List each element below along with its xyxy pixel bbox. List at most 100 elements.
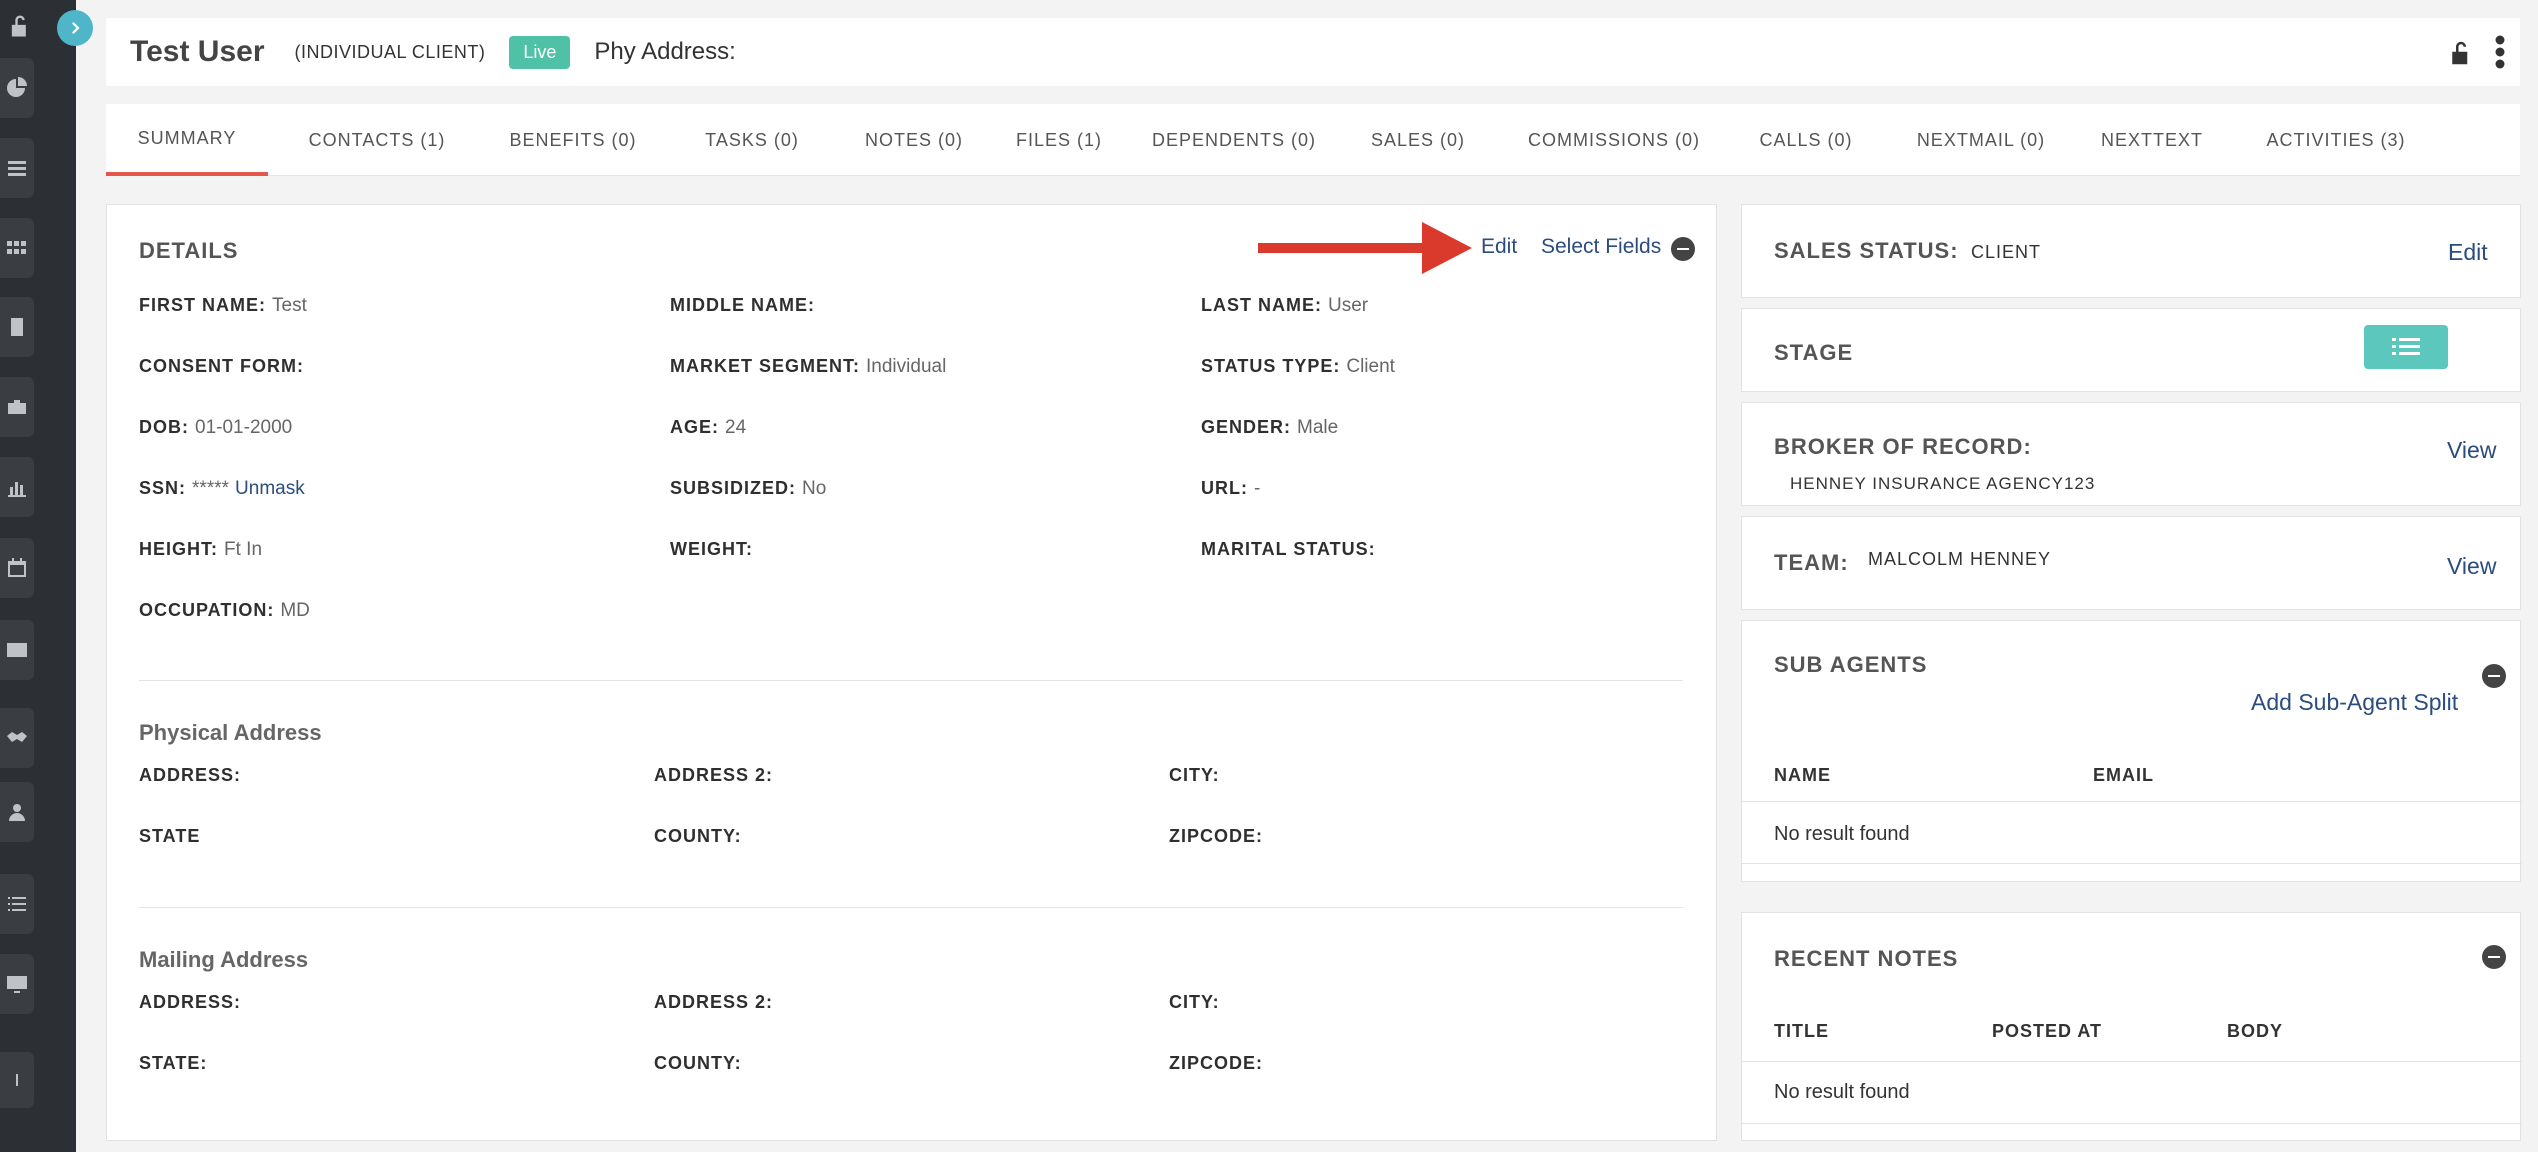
tab-tasks[interactable]: TASKS (0) <box>672 104 832 176</box>
stage-panel: STAGE <box>1741 308 2521 392</box>
edit-details-link[interactable]: Edit <box>1481 235 1517 259</box>
first-name-value: Test <box>272 295 307 316</box>
list-bullets-icon[interactable] <box>0 874 34 934</box>
physical-state-field: STATE <box>139 826 201 846</box>
age-value: 24 <box>725 417 747 438</box>
broker-value: HENNEY INSURANCE AGENCY123 <box>1790 474 2096 493</box>
collapse-minus-icon[interactable] <box>1671 237 1695 261</box>
tab-notes[interactable]: NOTES (0) <box>834 104 994 176</box>
envelope-icon[interactable] <box>0 620 34 680</box>
info-icon[interactable] <box>0 1052 34 1108</box>
ssn-value: ***** <box>192 478 230 499</box>
middle-name-field: MIDDLE NAME: <box>670 295 815 315</box>
sub-agents-empty-text: No result found <box>1774 823 1910 845</box>
handshake-icon[interactable] <box>0 708 34 768</box>
sales-status-edit-link[interactable]: Edit <box>2448 239 2488 266</box>
team-view-link[interactable]: View <box>2447 553 2496 580</box>
list-icon <box>2392 338 2420 355</box>
add-sub-agent-split-link[interactable]: Add Sub-Agent Split <box>2251 689 2458 716</box>
occupation-value: MD <box>280 600 310 621</box>
broker-label: BROKER OF RECORD: <box>1774 434 2032 459</box>
sales-status-label: SALES STATUS: <box>1774 238 1959 263</box>
mailing-address2-field: ADDRESS 2: <box>654 992 774 1012</box>
weight-field: WEIGHT: <box>670 539 753 559</box>
divider <box>139 680 1683 681</box>
tab-commissions[interactable]: COMMISSIONS (0) <box>1494 104 1734 176</box>
divider <box>1742 1061 2522 1062</box>
lock-open-icon[interactable] <box>2446 38 2476 73</box>
collapse-minus-icon[interactable] <box>2482 664 2506 688</box>
chevron-right-icon <box>71 21 80 35</box>
url-field: URL: - <box>1201 478 1261 499</box>
select-fields-link[interactable]: Select Fields <box>1541 235 1661 259</box>
annotation-arrow-icon <box>1258 222 1472 274</box>
gender-value: Male <box>1297 417 1339 438</box>
briefcase-icon[interactable] <box>0 377 34 437</box>
book-icon[interactable] <box>0 297 34 357</box>
sidebar-toggle-button[interactable] <box>57 10 93 46</box>
phy-address-label: Phy Address: <box>594 38 736 65</box>
stage-list-button[interactable] <box>2364 325 2448 369</box>
ssn-field: SSN: ***** Unmask <box>139 478 305 499</box>
mailing-county-field: COUNTY: <box>654 1053 742 1073</box>
tab-nexttext[interactable]: NEXTTEXT <box>2072 104 2232 176</box>
mailing-address-field: ADDRESS: <box>139 992 242 1012</box>
tab-contacts[interactable]: CONTACTS (1) <box>286 104 468 176</box>
stage-label: STAGE <box>1774 340 1854 365</box>
monitor-icon[interactable] <box>0 954 34 1014</box>
recent-notes-panel: RECENT NOTES TITLE POSTED AT BODY No res… <box>1741 912 2522 1141</box>
tab-bar: SUMMARY CONTACTS (1) BENEFITS (0) TASKS … <box>106 104 2520 176</box>
sub-agents-col-name: NAME <box>1774 765 1831 785</box>
calendar-check-icon[interactable] <box>0 538 34 598</box>
grid-icon[interactable] <box>0 218 34 278</box>
tab-sales[interactable]: SALES (0) <box>1342 104 1494 176</box>
market-segment-value: Individual <box>866 356 947 377</box>
notes-col-body: BODY <box>2227 1021 2284 1041</box>
market-segment-field: MARKET SEGMENT: Individual <box>670 356 947 377</box>
tab-dependents[interactable]: DEPENDENTS (0) <box>1124 104 1344 176</box>
status-badge: Live <box>509 35 571 69</box>
physical-county-field: COUNTY: <box>654 826 742 846</box>
subsidized-value: No <box>802 478 827 499</box>
sub-agents-label: SUB AGENTS <box>1774 652 1928 677</box>
consent-form-field: CONSENT FORM: <box>139 356 304 376</box>
mailing-state-field: STATE: <box>139 1053 208 1073</box>
tab-nextmail[interactable]: NEXTMAIL (0) <box>1886 104 2076 176</box>
broker-view-link[interactable]: View <box>2447 437 2496 464</box>
team-value: MALCOLM HENNEY <box>1868 549 2052 569</box>
divider <box>1742 1123 2522 1124</box>
client-type-label: (INDIVIDUAL CLIENT) <box>294 41 486 62</box>
tab-calls[interactable]: CALLS (0) <box>1726 104 1886 176</box>
physical-city-field: CITY: <box>1169 765 1220 785</box>
sales-status-value: CLIENT <box>1971 242 2042 262</box>
occupation-field: OCCUPATION: MD <box>139 600 310 621</box>
details-title: DETAILS <box>139 238 239 263</box>
tab-benefits[interactable]: BENEFITS (0) <box>488 104 658 176</box>
sales-status-panel: SALES STATUS: CLIENT Edit <box>1741 204 2521 298</box>
subsidized-field: SUBSIDIZED: No <box>670 478 827 499</box>
team-panel: TEAM: MALCOLM HENNEY View <box>1741 516 2521 610</box>
lock-open-icon[interactable] <box>6 12 34 45</box>
physical-address2-field: ADDRESS 2: <box>654 765 774 785</box>
dob-value: 01-01-2000 <box>195 417 293 438</box>
first-name-field: FIRST NAME: Test <box>139 295 307 316</box>
tab-activities[interactable]: ACTIVITIES (3) <box>2236 104 2436 176</box>
status-type-value: Client <box>1346 356 1395 377</box>
tab-files[interactable]: FILES (1) <box>984 104 1134 176</box>
left-sidebar <box>0 0 76 1152</box>
page-title: Test User <box>130 35 265 68</box>
gender-field: GENDER: Male <box>1201 417 1339 438</box>
unmask-link[interactable]: Unmask <box>235 478 305 499</box>
broker-panel: BROKER OF RECORD: HENNEY INSURANCE AGENC… <box>1741 402 2521 506</box>
notes-empty-text: No result found <box>1774 1081 1910 1103</box>
more-vertical-icon[interactable] <box>2494 34 2506 75</box>
collapse-minus-icon[interactable] <box>2482 945 2506 969</box>
tab-summary[interactable]: SUMMARY <box>106 104 268 176</box>
mailing-address-title: Mailing Address <box>139 947 309 972</box>
bar-chart-icon[interactable] <box>0 457 34 517</box>
user-icon[interactable] <box>0 782 34 842</box>
list-icon[interactable] <box>0 138 34 198</box>
pie-chart-icon[interactable] <box>0 58 34 118</box>
notes-col-posted-at: POSTED AT <box>1992 1021 2103 1041</box>
marital-status-field: MARITAL STATUS: <box>1201 539 1376 559</box>
